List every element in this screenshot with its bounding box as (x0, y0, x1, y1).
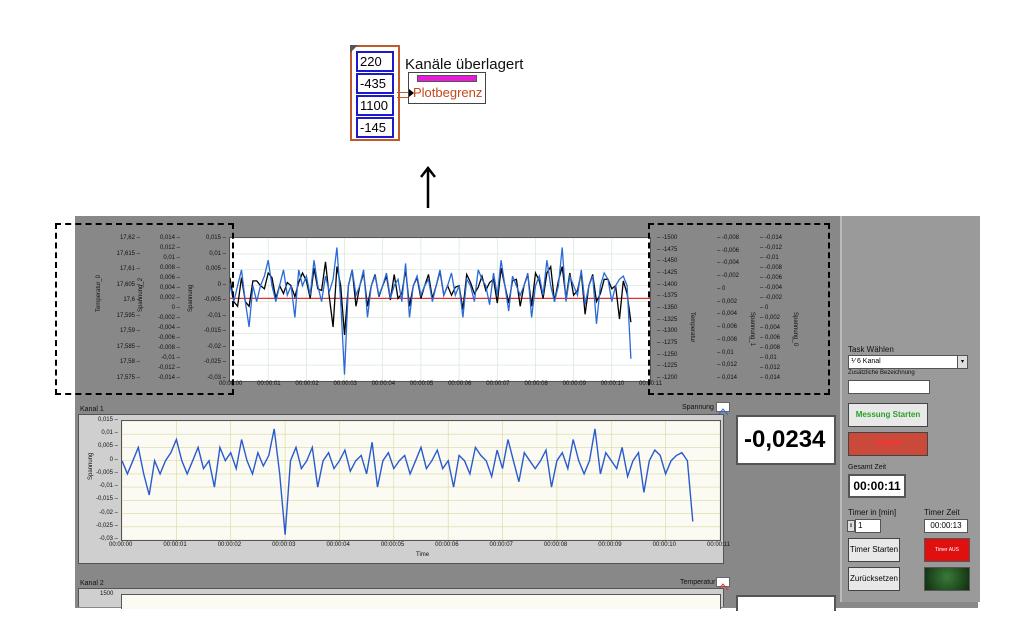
overlay-time-tick: 00:00:09 (562, 381, 586, 387)
kanal1-readout: -0,0234 (744, 426, 826, 453)
overlay-graph-plot[interactable] (229, 237, 651, 382)
kanal1-x-tick: 00:00:07 (489, 542, 513, 548)
kanal1-y-tick: -0,01 – (99, 483, 118, 490)
kanal2-plot[interactable] (121, 594, 721, 609)
task-select-marker: ⅟ (851, 358, 855, 365)
overlay-time-tick: 00:00:10 (600, 381, 625, 387)
kanal1-x-tick: 00:00:02 (217, 542, 242, 548)
kanal1-y-tick: 0 – (109, 456, 118, 463)
timer-min-input[interactable]: 1 (855, 519, 881, 533)
kanal1-readout-box: -0,0234 (736, 415, 836, 465)
spannung-series-line (229, 247, 632, 375)
kanal1-x-label: Time (416, 552, 430, 558)
timer-time-label: Timer Zeit (924, 508, 960, 517)
kanal1-x-tick: 00:00:06 (435, 542, 459, 548)
property-node-label: Plotbegrenz (413, 85, 483, 100)
kanal1-y-tick: -0,005 – (95, 469, 118, 476)
kanal2-y-first-tick: 1500 (100, 591, 114, 597)
kanal1-svg (121, 420, 721, 541)
kanal1-x-tick: 00:00:01 (163, 542, 187, 548)
overlay-time-tick: 00:00:02 (295, 381, 319, 387)
total-time-label: Gesamt Zeit (848, 464, 887, 471)
kanal1-plot[interactable] (121, 420, 721, 541)
cluster-value-4[interactable]: -145 (356, 117, 394, 138)
overlay-time-tick: 00:00:08 (524, 381, 548, 387)
total-time-value: 00:00:11 (848, 474, 906, 498)
overlay-time-tick: 00:00:03 (333, 381, 357, 387)
kanal1-x-tick: 00:00:11 (707, 542, 730, 548)
cluster-value-1[interactable]: 220 (356, 51, 394, 72)
up-arrow-icon (420, 166, 436, 208)
overlay-time-tick: 00:00:06 (448, 381, 472, 387)
kanal1-x-tick: 00:00:03 (272, 542, 296, 548)
extra-label: Zusätzliche Bezeichnung (848, 370, 915, 376)
task-label: Task Wählen (848, 345, 894, 354)
kanal1-x-tick: 00:00:04 (326, 542, 350, 548)
kanal2-legend-icon[interactable] (716, 577, 730, 591)
kanal1-y-tick: 0,005 – (97, 443, 118, 450)
timer-status-led: Timer AUS (924, 538, 970, 562)
kanal1-y-tick: -0,015 – (95, 496, 118, 503)
kanal2-legend-label: Temperatur (680, 579, 716, 586)
cluster-value-3[interactable]: 1100 (356, 95, 394, 116)
kanal1-x-tick: 00:00:00 (109, 542, 133, 548)
task-select[interactable]: ⅟ 6 Kanal ▾ (848, 355, 968, 369)
kanal1-y-tick: -0,025 – (95, 522, 118, 529)
overlay-time-tick: 00:00:04 (371, 381, 396, 387)
highlight-left-axes (55, 223, 234, 395)
extra-input[interactable] (848, 380, 930, 394)
numeric-cluster: 220 -435 1100 -145 (350, 45, 400, 141)
kanal1-legend-icon[interactable] (716, 402, 730, 416)
channel-overlay-title: Kanäle überlagert (405, 56, 524, 73)
kanal1-y-tick: -0,02 – (99, 509, 118, 516)
task-select-value: 6 Kanal (856, 358, 881, 365)
kanal1-x-axis: 00:00:00 00:00:01 00:00:02 00:00:03 00:00:04… (109, 542, 731, 552)
timer-time-value: 00:00:13 (924, 519, 968, 533)
overlay-time-tick: 00:00:07 (486, 381, 510, 387)
start-measurement-button[interactable]: Messung Starten (848, 403, 928, 427)
kanal1-x-tick: 00:00:10 (652, 542, 676, 548)
property-node-ref-bar (417, 75, 477, 82)
stop-button[interactable]: STOPP (848, 432, 928, 456)
reset-button[interactable]: Zurücksetzen (848, 567, 900, 591)
overlay-time-axis: 00:00:00 00:00:01 00:00:02 00:00:03 00:00:04… (219, 381, 662, 391)
kanal1-x-tick: 00:00:08 (543, 542, 568, 548)
kanal1-x-tick: 00:00:05 (380, 542, 405, 548)
timer-start-button[interactable]: Timer Starten (848, 538, 900, 562)
kanal1-title: Kanal 1 (80, 406, 104, 413)
timer-min-label: Timer in [min] (848, 508, 897, 517)
chevron-down-icon[interactable]: ▾ (957, 356, 967, 368)
kanal1-y-tick: 0,01 – (101, 430, 118, 437)
kanal1-y-tick: 0,015 – (97, 417, 118, 423)
kanal1-x-tick: 00:00:09 (598, 542, 622, 548)
highlight-right-axes (648, 223, 830, 395)
kanal1-series-line (121, 428, 694, 535)
status-led-green (924, 567, 970, 591)
kanal1-y-label: Spannung (88, 452, 94, 480)
kanal1-legend-label: Spannung (682, 404, 714, 411)
overlay-time-tick: 00:00:05 (409, 381, 434, 387)
kanal2-readout-box (736, 595, 836, 611)
overlay-graph-svg (229, 237, 651, 382)
property-node[interactable]: Plotbegrenz (408, 72, 486, 104)
kanal2-title: Kanal 2 (80, 580, 104, 587)
timer-min-stepper-icon[interactable]: ⇕ (847, 520, 855, 532)
overlay-time-tick: 00:00:01 (257, 381, 281, 387)
cluster-value-2[interactable]: -435 (356, 73, 394, 94)
